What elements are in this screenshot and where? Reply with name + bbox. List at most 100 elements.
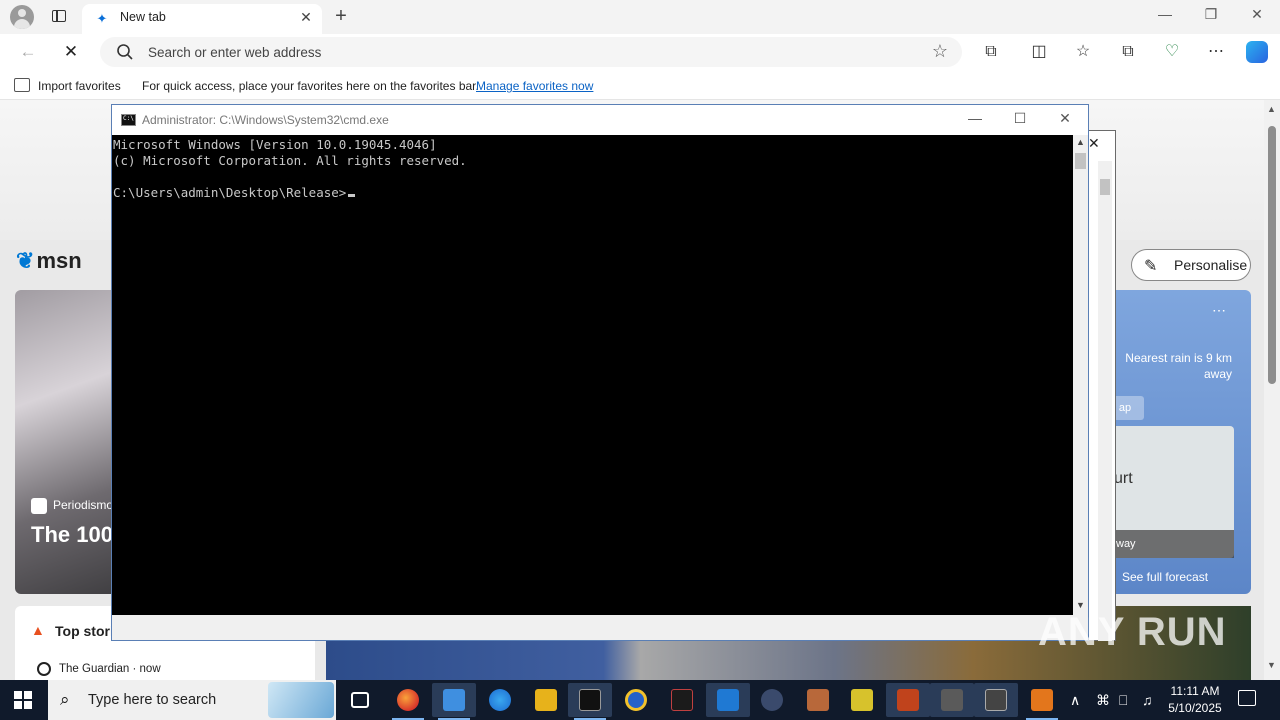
cmd-title: Administrator: C:\Windows\System32\cmd.e…	[142, 113, 389, 127]
cmd-icon	[121, 114, 136, 126]
fire-icon: ▲	[31, 622, 45, 638]
scroll-down-icon[interactable]: ▼	[1267, 660, 1276, 670]
close-window-button[interactable]: ✕	[1234, 6, 1280, 23]
personalise-label: Personalise	[1174, 257, 1248, 273]
back-icon[interactable]: ←	[15, 40, 41, 64]
search-icon	[117, 44, 133, 60]
app-taskbar-icon[interactable]	[614, 683, 658, 717]
split-screen-icon[interactable]: ◫	[1027, 41, 1051, 63]
top-stories-item-label: The Guardian · now	[59, 663, 161, 676]
tab-new-tab[interactable]: ✦ New tab ✕	[82, 4, 322, 34]
close-icon[interactable]: ✕	[1088, 135, 1100, 152]
scroll-up-icon[interactable]: ▲	[1267, 104, 1276, 114]
app-taskbar-icon[interactable]	[796, 683, 840, 717]
scroll-up-icon[interactable]: ▲	[1076, 137, 1085, 147]
new-tab-button[interactable]: +	[330, 5, 352, 27]
page-scrollbar[interactable]: ▲ ▼	[1264, 100, 1280, 680]
see-full-forecast-link[interactable]: See full forecast	[1122, 570, 1208, 584]
console-line: ​	[113, 169, 1073, 185]
hero-source: Periodismo	[31, 498, 113, 514]
favorites-bar-hint: For quick access, place your favorites h…	[142, 79, 479, 93]
personalise-button[interactable]: ✎ Personalise	[1131, 249, 1251, 281]
extensions-icon[interactable]: ⧉	[979, 41, 1003, 63]
favorites-bar: Import favorites For quick access, place…	[0, 72, 1280, 100]
weather-more-icon[interactable]: ⋯	[1212, 302, 1226, 319]
import-favorites-button[interactable]: Import favorites	[38, 79, 121, 93]
cmd-title-bar[interactable]: Administrator: C:\Windows\System32\cmd.e…	[112, 105, 1088, 135]
app-tray-icon[interactable]: ⌘	[1096, 692, 1110, 709]
weather-map-caption: way	[1106, 530, 1234, 558]
clock-time: 11:11 AM	[1170, 684, 1220, 698]
search-icon: ⌕	[60, 690, 70, 709]
app-taskbar-icon[interactable]	[706, 683, 750, 717]
chevron-up-icon[interactable]: ∧	[1070, 692, 1080, 709]
app-taskbar-icon[interactable]	[974, 683, 1018, 717]
copilot-icon[interactable]	[1246, 41, 1268, 63]
manage-favorites-link[interactable]: Manage favorites now	[476, 79, 593, 93]
edge-taskbar-icon[interactable]	[386, 683, 430, 720]
task-view-icon[interactable]	[338, 683, 382, 717]
watermark: ANY RUN	[1038, 610, 1227, 654]
powershell-taskbar-icon[interactable]	[524, 683, 568, 717]
browser-essentials-icon[interactable]: ♡	[1160, 41, 1184, 63]
background-window-scrollbar[interactable]	[1098, 161, 1112, 641]
scroll-down-icon[interactable]: ▼	[1076, 600, 1085, 610]
cmd-close-button[interactable]: ✕	[1042, 110, 1088, 127]
cmd-window[interactable]: Administrator: C:\Windows\System32\cmd.e…	[111, 104, 1089, 641]
msn-logo-text: msn	[36, 248, 82, 273]
console-line: (c) Microsoft Corporation. All rights re…	[113, 153, 467, 168]
firefox-taskbar-icon[interactable]	[478, 683, 522, 717]
cmd-maximize-button[interactable]: ☐	[997, 110, 1043, 127]
hero-source-label: Periodismo	[53, 498, 114, 513]
address-placeholder: Search or enter web address	[148, 45, 322, 60]
notification-icon[interactable]	[1238, 690, 1256, 706]
app-taskbar-icon[interactable]	[1020, 683, 1064, 720]
console-prompt-line: C:\Users\admin\Desktop\Release>	[113, 185, 1073, 201]
msn-logo[interactable]: ❦msn	[16, 248, 82, 274]
scrollbar-thumb[interactable]	[1268, 126, 1276, 384]
app-taskbar-icon[interactable]	[886, 683, 930, 717]
app-taskbar-icon[interactable]	[750, 683, 794, 717]
paint-brush-icon: ✎	[1144, 258, 1158, 275]
navigation-bar: ← ✕ Search or enter web address ☆ ⧉ ◫ ☆ …	[0, 34, 1280, 70]
weather-rain-text: Nearest rain is 9 km away	[1125, 351, 1232, 381]
file-explorer-taskbar-icon[interactable]	[432, 683, 476, 720]
favorites-icon[interactable]: ☆	[1071, 41, 1095, 63]
import-favorites-icon	[14, 78, 30, 92]
weather-map[interactable]: urt way	[1106, 426, 1234, 558]
favorite-star-icon[interactable]: ☆	[932, 41, 948, 62]
windows-start-icon[interactable]	[14, 691, 32, 709]
refresh-stop-icon[interactable]: ✕	[58, 40, 84, 64]
cmd-scrollbar[interactable]: ▲ ▼	[1073, 135, 1088, 615]
console-output[interactable]: Microsoft Windows [Version 10.0.19045.40…	[112, 135, 1073, 615]
app-taskbar-icon[interactable]	[930, 683, 974, 717]
clock[interactable]: 11:11 AM 5/10/2025	[1163, 683, 1227, 717]
app-taskbar-icon[interactable]	[660, 683, 704, 717]
edge-favicon: ✦	[96, 11, 108, 26]
hero-headline: The 100	[31, 522, 113, 547]
network-icon[interactable]: ⎕	[1119, 692, 1127, 709]
collections-icon[interactable]: ⧉	[1116, 41, 1140, 63]
taskbar-search[interactable]: ⌕ Type here to search	[48, 680, 336, 720]
volume-icon[interactable]: ♫	[1142, 692, 1153, 708]
minimize-button[interactable]: —	[1142, 6, 1188, 22]
address-bar[interactable]: Search or enter web address ☆	[100, 37, 962, 67]
cmd-minimize-button[interactable]: —	[952, 110, 998, 126]
tab-title: New tab	[120, 10, 166, 24]
taskbar-search-placeholder: Type here to search	[88, 692, 217, 708]
tab-strip: ✦ New tab ✕ + — ❐ ✕	[0, 0, 1280, 34]
weather-card[interactable]: ⋯ Nearest rain is 9 km away ap urt way S…	[1100, 290, 1251, 594]
weather-map-place: urt	[1114, 470, 1133, 487]
profile-icon[interactable]	[10, 5, 34, 29]
console-prompt: C:\Users\admin\Desktop\Release>	[113, 185, 347, 200]
cmd-taskbar-icon[interactable]	[568, 683, 612, 720]
cmd-bottom-area	[112, 615, 1088, 640]
more-icon[interactable]: ⋯	[1204, 41, 1228, 63]
top-stories-item[interactable]: The Guardian · now	[37, 662, 161, 676]
close-tab-icon[interactable]: ✕	[298, 9, 314, 26]
scrollbar-thumb[interactable]	[1075, 153, 1086, 169]
tab-actions-icon[interactable]	[50, 7, 70, 27]
restore-button[interactable]: ❐	[1188, 6, 1234, 23]
app-taskbar-icon[interactable]	[840, 683, 884, 717]
taskbar: ⌕ Type here to search ∧ ⌘ ⎕ ♫ 11:11 AM 5…	[0, 680, 1280, 720]
